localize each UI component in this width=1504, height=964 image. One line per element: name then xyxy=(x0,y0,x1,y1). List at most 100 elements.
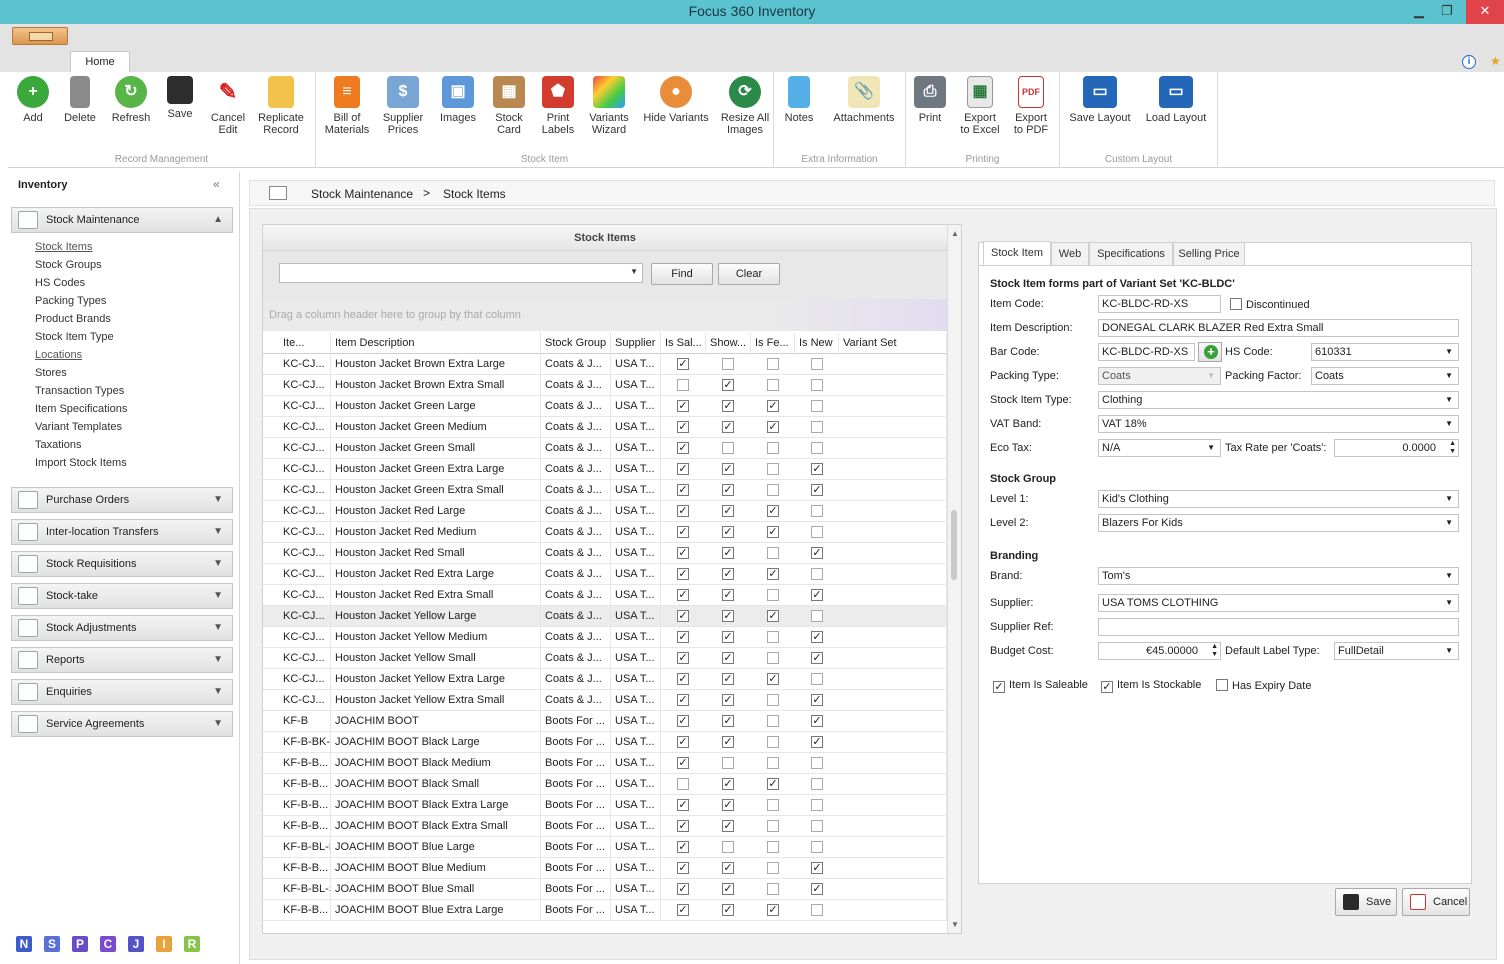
table-checkbox[interactable] xyxy=(767,484,779,496)
table-checkbox[interactable] xyxy=(677,778,689,790)
chevron-down-icon[interactable]: ▼ xyxy=(213,488,223,512)
table-row[interactable]: KF-B-B... JOACHIM BOOT Black Medium Boots … xyxy=(263,753,947,774)
table-checkbox[interactable] xyxy=(811,610,823,622)
table-checkbox[interactable] xyxy=(811,778,823,790)
table-checkbox[interactable]: ✓ xyxy=(722,862,734,874)
nav-section-stock-maintenance[interactable]: Stock Maintenance ▲ xyxy=(11,207,233,233)
chevron-down-icon[interactable]: ▼ xyxy=(630,267,638,276)
table-row[interactable]: KF-B-B... JOACHIM BOOT Black Extra Small B… xyxy=(263,816,947,837)
table-row[interactable]: KC-CJ... Houston Jacket Green Medium Coats… xyxy=(263,417,947,438)
table-row[interactable]: KC-CJ... Houston Jacket Green Extra Small… xyxy=(263,480,947,501)
nav-subitem[interactable]: HS Codes xyxy=(35,274,85,292)
table-checkbox[interactable]: ✓ xyxy=(677,526,689,538)
tab-web[interactable]: Web xyxy=(1051,242,1089,266)
table-checkbox[interactable] xyxy=(811,421,823,433)
table-checkbox[interactable] xyxy=(722,757,734,769)
nav-section[interactable]: Stock Adjustments ▼ xyxy=(11,615,233,641)
chevron-down-icon[interactable]: ▼ xyxy=(213,584,223,608)
table-checkbox[interactable] xyxy=(811,568,823,580)
table-checkbox[interactable]: ✓ xyxy=(767,778,779,790)
table-row[interactable]: KC-CJ... Houston Jacket Brown Extra Small… xyxy=(263,375,947,396)
table-checkbox[interactable] xyxy=(811,442,823,454)
table-checkbox[interactable]: ✓ xyxy=(767,400,779,412)
nav-section[interactable]: Reports ▼ xyxy=(11,647,233,673)
table-checkbox[interactable] xyxy=(767,862,779,874)
discontinued-checkbox[interactable]: Discontinued xyxy=(1230,298,1310,311)
table-checkbox[interactable]: ✓ xyxy=(722,883,734,895)
print-labels-button[interactable]: ⬟ Print Labels xyxy=(536,76,580,136)
info-icon[interactable]: i xyxy=(1462,55,1476,69)
table-checkbox[interactable]: ✓ xyxy=(767,568,779,580)
save-ribbon-button[interactable]: Save xyxy=(160,76,200,120)
stock-card-button[interactable]: ▦ Stock Card xyxy=(488,76,530,136)
nav-section[interactable]: Enquiries ▼ xyxy=(11,679,233,705)
nav-subitem[interactable]: Stock Items xyxy=(35,238,92,256)
table-checkbox[interactable] xyxy=(811,358,823,370)
table-checkbox[interactable]: ✓ xyxy=(677,820,689,832)
table-checkbox[interactable]: ✓ xyxy=(767,526,779,538)
table-checkbox[interactable]: ✓ xyxy=(677,883,689,895)
table-checkbox[interactable] xyxy=(811,820,823,832)
table-checkbox[interactable]: ✓ xyxy=(677,463,689,475)
save-layout-button[interactable]: ▭ Save Layout xyxy=(1066,76,1134,124)
export-pdf-button[interactable]: PDF Export to PDF xyxy=(1008,76,1054,136)
table-checkbox[interactable]: ✓ xyxy=(677,694,689,706)
hide-variants-button[interactable]: ● Hide Variants xyxy=(640,76,712,124)
item-is-stockable-checkbox[interactable]: ✓ Item Is Stockable xyxy=(1101,679,1201,693)
hs-code-select[interactable]: 610331 ▼ xyxy=(1311,343,1459,361)
column-header[interactable]: Is Sal... xyxy=(661,333,706,354)
item-is-saleable-checkbox[interactable]: ✓ Item Is Saleable xyxy=(993,679,1088,693)
resize-images-button[interactable]: ⟳ Resize All Images xyxy=(718,76,772,136)
table-checkbox[interactable]: ✓ xyxy=(677,484,689,496)
tab-stock-item[interactable]: Stock Item xyxy=(983,241,1051,266)
column-header[interactable]: Supplier xyxy=(611,333,661,354)
vat-band-select[interactable]: VAT 18% ▼ xyxy=(1098,415,1459,433)
nav-shortcut-button[interactable]: P xyxy=(72,936,88,952)
table-checkbox[interactable]: ✓ xyxy=(767,610,779,622)
nav-section[interactable]: Stock-take ▼ xyxy=(11,583,233,609)
table-row[interactable]: KC-CJ... Houston Jacket Yellow Extra Smal… xyxy=(263,690,947,711)
table-row[interactable]: KF-B-BL-S JOACHIM BOOT Blue Small Boots Fo… xyxy=(263,879,947,900)
chevron-down-icon[interactable]: ▼ xyxy=(1445,595,1453,611)
table-checkbox[interactable]: ✓ xyxy=(677,736,689,748)
item-code-field[interactable]: KC-BLDC-RD-XS xyxy=(1098,295,1221,313)
grid-scrollbar[interactable]: ▲ ▼ xyxy=(947,225,961,933)
table-checkbox[interactable]: ✓ xyxy=(722,400,734,412)
table-checkbox[interactable] xyxy=(767,799,779,811)
table-checkbox[interactable]: ✓ xyxy=(677,568,689,580)
table-checkbox[interactable] xyxy=(722,442,734,454)
notes-button[interactable]: Notes xyxy=(780,76,818,124)
table-row[interactable]: KC-CJ... Houston Jacket Red Medium Coats &… xyxy=(263,522,947,543)
spinner-icon[interactable]: ▲ ▼ xyxy=(1449,440,1456,456)
table-row[interactable]: KC-CJ... Houston Jacket Yellow Extra Larg… xyxy=(263,669,947,690)
table-checkbox[interactable]: ✓ xyxy=(677,610,689,622)
table-row[interactable]: KC-CJ... Houston Jacket Yellow Large Coats… xyxy=(263,606,947,627)
table-row[interactable]: KF-B-BK-L JOACHIM BOOT Black Large Boots F… xyxy=(263,732,947,753)
table-checkbox[interactable]: ✓ xyxy=(677,400,689,412)
tab-selling-price[interactable]: Selling Price xyxy=(1173,242,1245,266)
images-button[interactable]: ▣ Images xyxy=(434,76,482,124)
stock-item-type-select[interactable]: Clothing ▼ xyxy=(1098,391,1459,409)
export-excel-button[interactable]: ▦ Export to Excel xyxy=(956,76,1004,136)
packing-type-select[interactable]: Coats ▼ xyxy=(1098,367,1221,385)
table-checkbox[interactable]: ✓ xyxy=(677,631,689,643)
table-checkbox[interactable]: ✓ xyxy=(811,694,823,706)
table-row[interactable]: KC-CJ... Houston Jacket Red Small Coats & … xyxy=(263,543,947,564)
nav-section[interactable]: Purchase Orders ▼ xyxy=(11,487,233,513)
table-checkbox[interactable]: ✓ xyxy=(811,631,823,643)
chevron-down-icon[interactable]: ▼ xyxy=(1445,416,1453,432)
table-checkbox[interactable] xyxy=(811,379,823,391)
nav-subitem[interactable]: Packing Types xyxy=(35,292,106,310)
chevron-down-icon[interactable]: ▼ xyxy=(213,680,223,704)
eco-tax-select[interactable]: N/A ▼ xyxy=(1098,439,1221,457)
table-checkbox[interactable]: ✓ xyxy=(722,778,734,790)
table-checkbox[interactable]: ✓ xyxy=(677,442,689,454)
tab-home[interactable]: Home xyxy=(70,51,130,72)
table-row[interactable]: KC-CJ... Houston Jacket Green Large Coats … xyxy=(263,396,947,417)
table-checkbox[interactable] xyxy=(767,358,779,370)
nav-shortcut-button[interactable]: R xyxy=(184,936,200,952)
table-checkbox[interactable]: ✓ xyxy=(677,904,689,916)
nav-shortcut-button[interactable]: N xyxy=(16,936,32,952)
table-row[interactable]: KC-CJ... Houston Jacket Yellow Small Coats… xyxy=(263,648,947,669)
bar-code-field[interactable]: KC-BLDC-RD-XS xyxy=(1098,343,1195,361)
